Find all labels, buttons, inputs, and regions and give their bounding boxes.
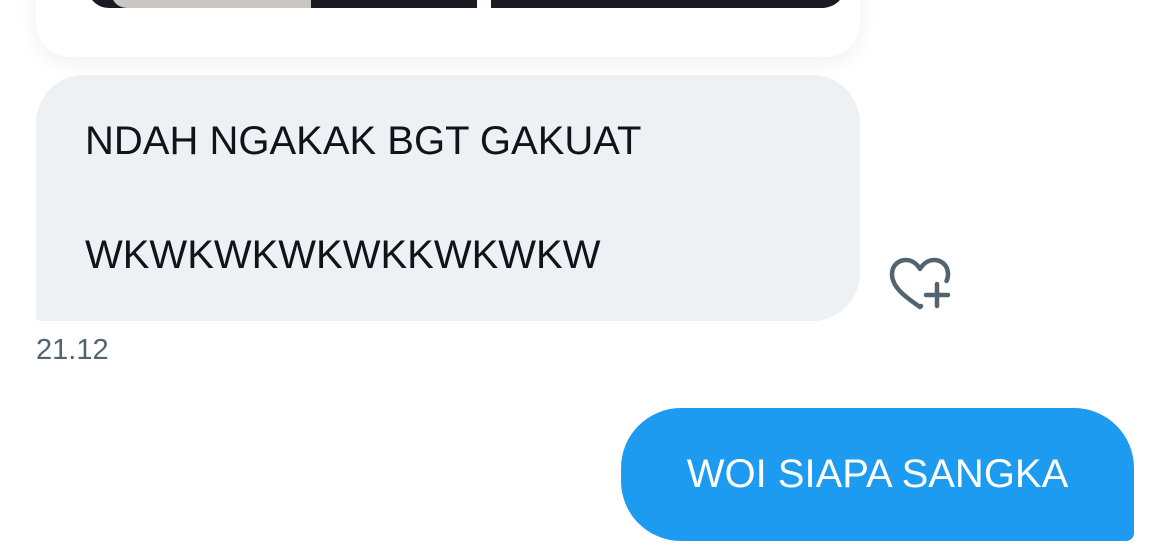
sent-message-text: WOI SIAPA SANGKA — [686, 452, 1069, 496]
media-thumbnail-right[interactable] — [491, 0, 846, 8]
received-message-line-2: WKWKWKWKWKKWKWKW — [85, 233, 601, 277]
media-message-card[interactable] — [36, 0, 860, 57]
sent-message-bubble[interactable]: WOI SIAPA SANGKA — [621, 408, 1134, 541]
received-message-bubble[interactable]: NDAH NGAKAK BGT GAKUAT WKWKWKWKWKKWKWKW — [36, 75, 860, 321]
message-timestamp: 21.12 — [36, 334, 109, 366]
media-thumbnail-left[interactable] — [87, 0, 477, 8]
received-message-line-1: NDAH NGAKAK BGT GAKUAT — [85, 119, 642, 163]
heart-plus-icon[interactable] — [887, 255, 953, 315]
